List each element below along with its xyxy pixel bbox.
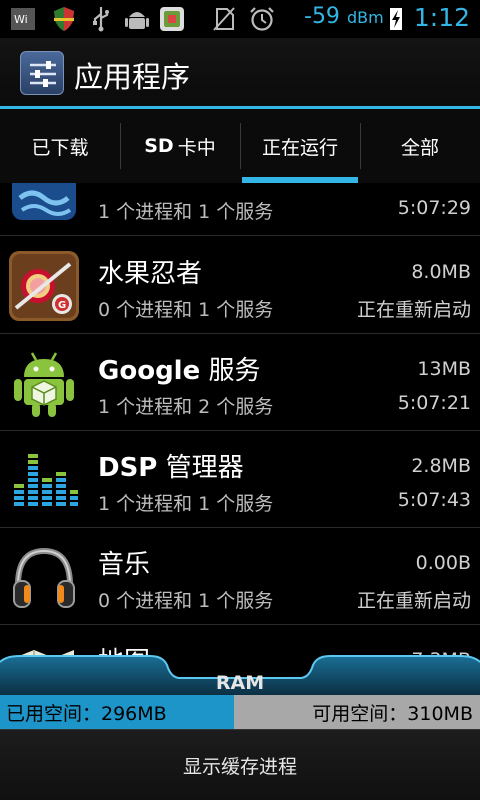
notification-app-icon — [158, 6, 186, 32]
dragon-game-icon — [8, 183, 80, 224]
memory-size: 13MB — [417, 358, 471, 380]
tab-label: 正在运行 — [261, 136, 338, 159]
app-name: 水果忍者 — [98, 259, 203, 289]
process-count: 0 个进程和 1 个服务 — [98, 590, 274, 612]
process-count: 1 个进程和 2 个服务 — [98, 396, 274, 418]
list-item[interactable]: 音乐 0.00B 0 个进程和 1 个服务 正在重新启动 — [0, 528, 480, 625]
app-name-bold: DSP — [98, 453, 158, 483]
signal-strength-readout: -59 dBm — [304, 4, 384, 29]
android-debug-icon — [124, 6, 150, 32]
tab-bar: 已下载 SD 卡中 正在运行 全部 — [0, 109, 480, 183]
clock: 1:12 — [413, 3, 470, 32]
android-robot-icon — [8, 347, 80, 419]
equalizer-icon — [8, 444, 80, 516]
list-item[interactable]: DSP 管理器 2.8MB 1 个进程和 1 个服务 5:07:43 — [0, 431, 480, 528]
list-item[interactable]: G 水果忍者 8.0MB 0 个进程和 1 个服务 正在重新启动 — [0, 237, 480, 334]
running-time: 5:07:21 — [397, 392, 471, 414]
tab-downloaded[interactable]: 已下载 — [0, 109, 120, 183]
status-bar: Wi -59 dBm 1:12 — [0, 0, 480, 38]
svg-text:Wi: Wi — [14, 13, 28, 26]
app-name: 音乐 — [98, 550, 151, 580]
signal-unit: dBm — [346, 8, 384, 27]
app-name: DSP 管理器 — [98, 447, 244, 484]
restart-status: 正在重新启动 — [356, 299, 471, 321]
page-title: 应用程序 — [74, 60, 191, 94]
app-name: Google 服务 — [98, 350, 261, 387]
restart-status: 正在重新启动 — [356, 590, 471, 612]
running-apps-list[interactable]: 1 个进程和 1 个服务 5:07:29 G 水果忍者 8.0MB 0 个进程和… — [0, 183, 480, 703]
ram-usage-bar: 已用空间：296MB 可用空间：310MB — [0, 695, 480, 729]
tab-label: 已下载 — [31, 136, 89, 159]
memory-size: 2.8MB — [411, 455, 471, 477]
app-name-bold: Google — [98, 356, 201, 386]
tab-running[interactable]: 正在运行 — [240, 109, 360, 183]
alarm-icon — [248, 6, 276, 32]
memory-size: 8.0MB — [411, 261, 471, 283]
settings-sliders-icon[interactable] — [20, 51, 64, 95]
tab-label: 全部 — [400, 136, 439, 159]
tab-label-bold: SD — [144, 135, 174, 157]
headphones-icon — [8, 541, 80, 613]
action-bar: 应用程序 — [0, 38, 480, 108]
tab-sd-card[interactable]: SD 卡中 — [120, 109, 240, 183]
ram-free-segment: 可用空间：310MB — [234, 695, 480, 729]
no-sim-icon — [210, 6, 238, 32]
wifi-icon: Wi — [8, 6, 38, 32]
process-count: 0 个进程和 1 个服务 — [98, 299, 274, 321]
fruit-ninja-icon: G — [8, 250, 80, 322]
ram-label: RAM — [215, 672, 265, 694]
button-label: 显示缓存进程 — [182, 755, 297, 778]
memory-size: 0.00B — [415, 552, 471, 574]
process-count: 1 个进程和 1 个服务 — [98, 493, 274, 515]
tab-label: 卡中 — [177, 136, 216, 159]
ram-used-segment: 已用空间：296MB — [0, 695, 235, 729]
app-name-rest: 服务 — [208, 356, 261, 386]
shield-icon — [50, 6, 78, 32]
app-name-rest: 管理器 — [165, 453, 244, 483]
running-time: 5:07:29 — [397, 197, 471, 219]
signal-value: -59 — [304, 4, 340, 29]
list-item[interactable]: 1 个进程和 1 个服务 5:07:29 — [0, 183, 480, 236]
show-cached-processes-button[interactable]: 显示缓存进程 — [0, 729, 480, 800]
charging-battery-icon — [390, 8, 402, 30]
tab-all[interactable]: 全部 — [360, 109, 480, 183]
usb-icon — [88, 6, 114, 32]
running-time: 5:07:43 — [397, 489, 471, 511]
svg-text:G: G — [58, 300, 66, 311]
list-item[interactable]: Google 服务 13MB 1 个进程和 2 个服务 5:07:21 — [0, 334, 480, 431]
process-count: 1 个进程和 1 个服务 — [98, 201, 274, 223]
